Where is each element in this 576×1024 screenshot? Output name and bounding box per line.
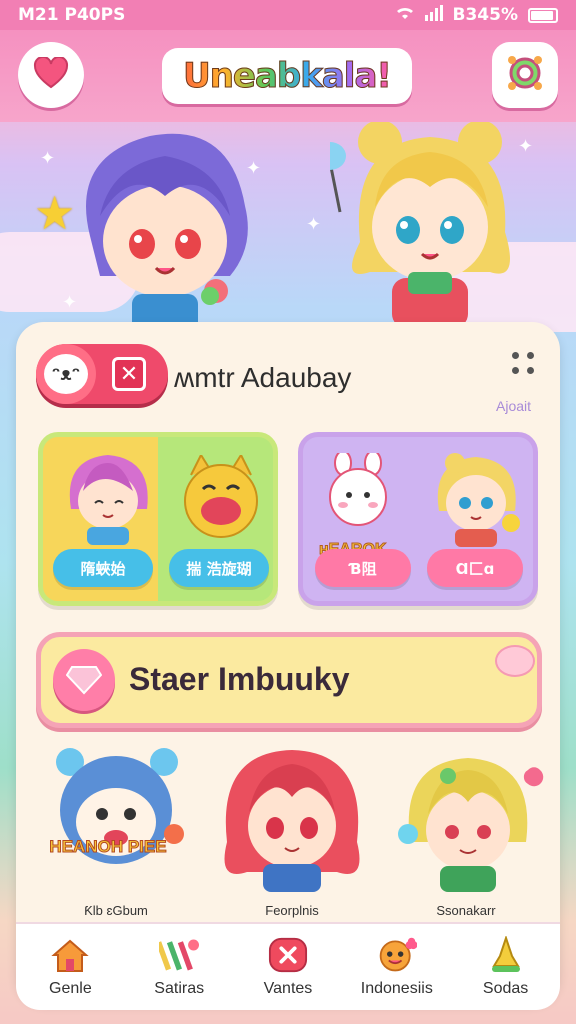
- app-header: Uneabkala!: [0, 30, 576, 122]
- banner-text: Staer Imbuuky: [129, 661, 350, 697]
- wifi-icon: [395, 5, 415, 26]
- blonde-character: [330, 122, 510, 328]
- green-hair-character: [398, 758, 544, 892]
- feature-card-purple[interactable]: ʜEAROK Ɓ阻 Ɑ匚ɑ: [298, 432, 538, 606]
- mascot-avatar: ᵔᴥᵔ: [36, 344, 96, 404]
- character-card[interactable]: HEANOH PIEE Ƙlb ɛGbum: [36, 742, 196, 918]
- character-card[interactable]: Feorplnis: [212, 742, 372, 918]
- pig-icon: [495, 645, 535, 677]
- promo-banner[interactable]: Staer Imbuuky: [36, 632, 542, 728]
- favorites-button[interactable]: [18, 42, 84, 108]
- nav-item-sodas[interactable]: Sodas: [451, 924, 560, 1010]
- character-caption: Ƙlb ɛGbum: [84, 903, 148, 918]
- blue-monster-character: [56, 748, 184, 864]
- pink-hair-character: [69, 455, 148, 545]
- blonde-girl-character: [437, 453, 520, 547]
- bunny-character: [329, 453, 387, 526]
- sticks-icon: [159, 936, 200, 974]
- gear-icon: [506, 54, 544, 96]
- character-caption: Feorplnis: [265, 903, 319, 918]
- card-a-chip-1[interactable]: 隋蛺始: [53, 549, 153, 587]
- character-sign: HEANOH PIEE: [49, 837, 167, 856]
- character-caption: Ssonakarr: [436, 903, 496, 918]
- status-bar: M21 P40PS B345%: [0, 0, 576, 30]
- heart-icon: [33, 55, 69, 93]
- grid-menu-icon[interactable]: [512, 352, 536, 376]
- yellow-cat-character: [184, 455, 258, 538]
- card-a-chip-2[interactable]: 揣 浩旋瑚: [169, 549, 269, 587]
- bottom-nav: Genle Satiras Vantes Indonesiis Sodas: [16, 922, 560, 1010]
- character-card[interactable]: Ssonakarr: [386, 742, 546, 918]
- diamond-icon: [53, 649, 115, 711]
- character-row: HEANOH PIEE Ƙlb ɛGbum Feorplnis Ssonakar…: [36, 742, 544, 918]
- x-badge-icon: [268, 936, 308, 974]
- section-title: ʍmtr Adaubay: [174, 362, 352, 393]
- nav-item-genle[interactable]: Genle: [16, 924, 125, 1010]
- close-icon[interactable]: ✕: [112, 357, 146, 391]
- settings-button[interactable]: [492, 42, 558, 108]
- battery-icon: [528, 7, 558, 23]
- feature-card-yellow-green[interactable]: 隋蛺始 揣 浩旋瑚: [38, 432, 278, 606]
- about-link[interactable]: Ajoait: [496, 398, 531, 414]
- hero-banner: ★ ✦ ✦ ✦ ✦ ✦: [0, 122, 576, 332]
- purple-hair-character: [86, 133, 248, 332]
- sparkle-icon: ✦: [306, 214, 322, 235]
- house-icon: [50, 936, 90, 974]
- nav-item-vantes[interactable]: Vantes: [234, 924, 343, 1010]
- nav-item-indonesiis[interactable]: Indonesiis: [342, 924, 451, 1010]
- red-hair-character: [224, 750, 360, 892]
- card-b-chip-2[interactable]: Ɑ匚ɑ: [427, 549, 523, 587]
- signal-icon: [424, 4, 443, 26]
- app-title: Uneabkala!: [162, 48, 412, 104]
- nav-item-satiras[interactable]: Satiras: [125, 924, 234, 1010]
- card-b-chip-1[interactable]: Ɓ阻: [315, 549, 411, 587]
- bell-icon: [486, 936, 526, 974]
- sparkle-icon: ✦: [40, 148, 56, 169]
- face-icon: [377, 936, 417, 974]
- status-time: M21 P40PS: [18, 5, 126, 25]
- mascot-close-pill[interactable]: ᵔᴥᵔ ✕: [36, 344, 168, 404]
- battery-percent: B345%: [452, 5, 518, 25]
- main-panel: ᵔᴥᵔ ✕ ʍmtr Adaubay Ajoait 隋蛺始 揣 浩旋瑚 Ɓ阻 Ɑ…: [16, 322, 560, 1002]
- smile-face-icon: ᵔᴥᵔ: [44, 354, 88, 394]
